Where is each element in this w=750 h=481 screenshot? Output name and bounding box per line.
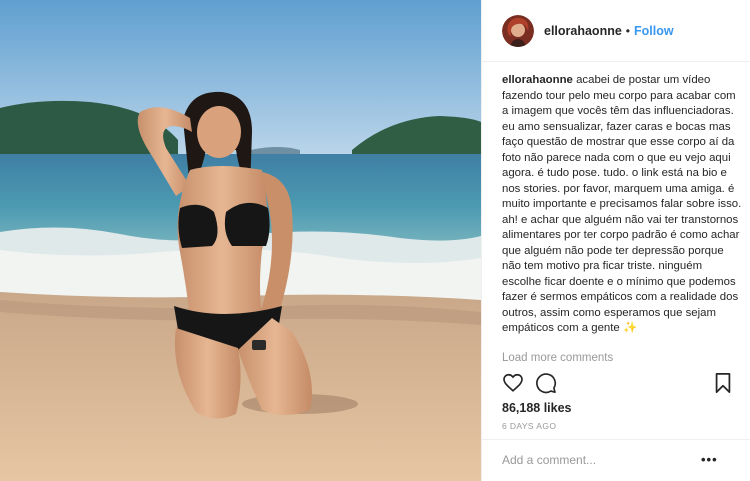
caption-text: acabei de postar um vídeo fazendo tour p… [502, 74, 742, 334]
bookmark-icon[interactable] [713, 372, 733, 394]
load-more-comments-link[interactable]: Load more comments [502, 352, 613, 364]
sparkles-emoji-icon: ✨ [622, 322, 638, 334]
instagram-post: ellorahaonne • Follow ellorahaonne acabe… [0, 0, 750, 481]
header-separator: • [625, 23, 630, 38]
caption-username[interactable]: ellorahaonne [502, 74, 573, 86]
header-username[interactable]: ellorahaonne [544, 24, 622, 38]
comment-input[interactable] [502, 453, 702, 467]
post-caption: ellorahaonne acabei de postar um vídeo f… [502, 73, 742, 337]
beach-photo-image [0, 0, 481, 481]
likes-count[interactable]: 86,188 likes [502, 401, 572, 415]
post-header: ellorahaonne • Follow [482, 0, 750, 62]
more-options-icon[interactable]: ••• [701, 452, 718, 467]
post-side-panel: ellorahaonne • Follow ellorahaonne acabe… [481, 0, 750, 481]
post-photo[interactable] [0, 0, 481, 481]
heart-icon[interactable] [502, 372, 524, 394]
post-date[interactable]: 6 DAYS AGO [502, 421, 556, 431]
follow-button[interactable]: Follow [634, 24, 674, 38]
avatar-image [502, 14, 534, 47]
comment-bubble-icon[interactable] [535, 372, 557, 394]
avatar[interactable] [502, 14, 534, 47]
add-comment-bar: ••• [482, 439, 750, 481]
post-action-bar [502, 372, 733, 398]
